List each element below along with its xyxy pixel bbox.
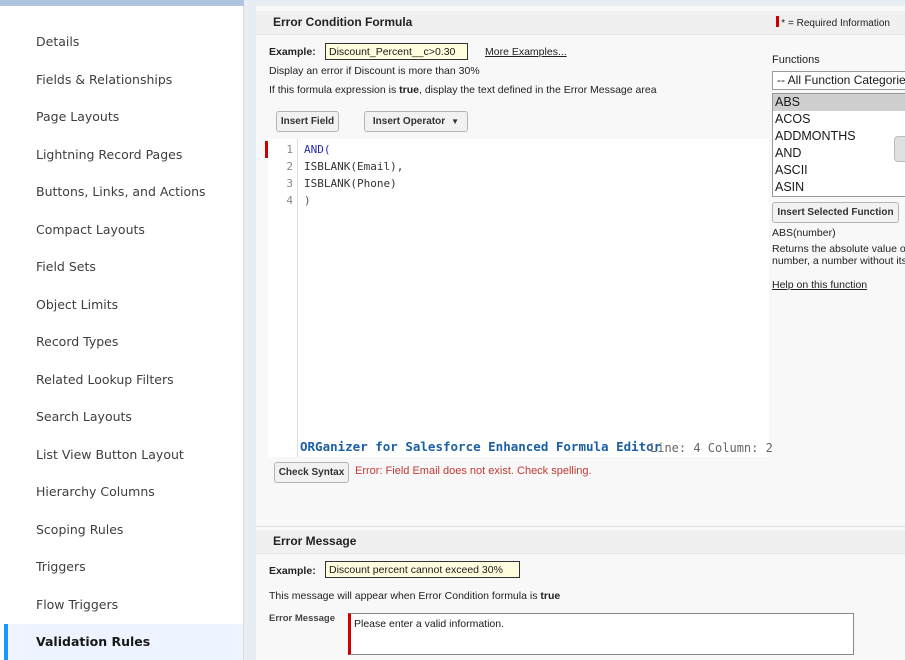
line-number: 3 — [286, 177, 293, 190]
sidebar-item-page-layouts[interactable]: Page Layouts — [4, 99, 243, 135]
function-option[interactable]: ADDMONTHS — [773, 128, 905, 145]
sidebar-item-lightning-record-pages[interactable]: Lightning Record Pages — [4, 137, 243, 173]
note-true: true — [540, 590, 561, 602]
error-message-field-label: Error Message — [269, 613, 336, 624]
section-divider — [256, 526, 905, 527]
error-message-section-title: Error Message — [273, 534, 357, 548]
formula-section-header: Error Condition Formula * = Required Inf… — [256, 11, 905, 35]
check-syntax-label: Check Syntax — [278, 467, 345, 478]
insert-operator-button[interactable]: Insert Operator ▼ — [364, 111, 468, 132]
code-line: ISBLANK(Email), — [304, 160, 404, 173]
line-number: 4 — [286, 194, 293, 207]
editor-footer-brand: ORGanizer for Salesforce Enhanced Formul… — [300, 439, 662, 454]
note-pre: This message will appear when Error Cond… — [269, 590, 541, 602]
instruction-pre: If this formula expression is — [269, 84, 400, 96]
syntax-error-message: Error: Field Email does not exist. Check… — [355, 465, 592, 477]
formula-editor[interactable]: 1 2 3 4 AND( ISBLANK(Email), ISBLANK(Pho… — [265, 139, 769, 457]
sidebar-item-fields-relationships[interactable]: Fields & Relationships — [4, 62, 243, 98]
formula-example-label: Example: — [269, 46, 316, 58]
more-examples-link[interactable]: More Examples... — [485, 46, 567, 58]
sidebar-item-flow-triggers[interactable]: Flow Triggers — [4, 587, 243, 623]
required-bar-icon — [265, 141, 268, 158]
formula-instruction: If this formula expression is true, disp… — [269, 84, 657, 96]
caret-down-icon: ▼ — [451, 117, 460, 126]
sidebar-item-list-view-button-layout[interactable]: List View Button Layout — [4, 437, 243, 473]
insert-field-button[interactable]: Insert Field — [276, 111, 339, 132]
formula-example-box: Discount_Percent__c>0.30 — [325, 43, 468, 60]
sidebar-top-strip — [0, 0, 244, 6]
required-marker: * — [781, 18, 786, 29]
cursor-position: Line: 4 Column: 2 — [650, 441, 773, 455]
formula-section-title: Error Condition Formula — [273, 15, 413, 29]
line-number: 1 — [286, 143, 293, 156]
insert-operator-label: Insert Operator — [372, 116, 446, 127]
sidebar-item-scoping-rules[interactable]: Scoping Rules — [4, 512, 243, 548]
sidebar-item-compact-layouts[interactable]: Compact Layouts — [4, 212, 243, 248]
collapse-panel-handle[interactable] — [894, 136, 905, 162]
error-message-note: This message will appear when Error Cond… — [269, 590, 560, 602]
function-description: Returns the absolute value of a number, a… — [772, 243, 905, 267]
function-description-line: Returns the absolute value of a — [772, 243, 905, 255]
error-message-section-header: Error Message — [256, 530, 905, 554]
line-number: 2 — [286, 160, 293, 173]
function-list[interactable]: ABS ACOS ADDMONTHS AND ASCII ASIN — [772, 93, 905, 197]
sidebar-item-related-lookup-filters[interactable]: Related Lookup Filters — [4, 362, 243, 398]
error-message-textarea[interactable]: Please enter a valid information. — [348, 613, 854, 655]
sidebar-item-field-sets[interactable]: Field Sets — [4, 249, 243, 285]
function-signature: ABS(number) — [772, 227, 836, 239]
validation-rule-editor: Error Condition Formula * = Required Inf… — [256, 6, 905, 660]
setup-sidebar: Details Fields & Relationships Page Layo… — [0, 0, 244, 660]
function-option[interactable]: ASCII — [773, 162, 905, 179]
function-description-line: number, a number without its sign — [772, 255, 905, 267]
function-option[interactable]: ASIN — [773, 179, 905, 196]
sidebar-item-record-types[interactable]: Record Types — [4, 324, 243, 360]
sidebar-item-triggers[interactable]: Triggers — [4, 549, 243, 585]
check-syntax-button[interactable]: Check Syntax — [274, 462, 349, 483]
code-line: AND( — [304, 143, 331, 156]
functions-panel: Functions -- All Function Categories -- … — [768, 54, 905, 324]
sidebar-item-buttons-links-actions[interactable]: Buttons, Links, and Actions — [4, 174, 243, 210]
instruction-post: , display the text defined in the Error … — [418, 84, 657, 96]
formula-example-desc: Display an error if Discount is more tha… — [269, 65, 480, 77]
sidebar-item-validation-rules[interactable]: Validation Rules — [4, 624, 243, 660]
functions-label: Functions — [772, 54, 820, 66]
insert-selected-function-button[interactable]: Insert Selected Function — [772, 202, 899, 223]
message-example-box: Discount percent cannot exceed 30% — [325, 561, 520, 578]
code-line: ISBLANK(Phone) — [304, 177, 397, 190]
sidebar-item-object-limits[interactable]: Object Limits — [4, 287, 243, 323]
sidebar-item-hierarchy-columns[interactable]: Hierarchy Columns — [4, 474, 243, 510]
function-option[interactable]: ABS — [773, 94, 905, 111]
insert-field-label: Insert Field — [280, 116, 335, 127]
sidebar-item-search-layouts[interactable]: Search Layouts — [4, 399, 243, 435]
message-example-label: Example: — [269, 565, 316, 577]
function-option[interactable]: AND — [773, 145, 905, 162]
line-number-gutter: 1 2 3 4 — [265, 139, 298, 457]
function-help-link[interactable]: Help on this function — [772, 279, 867, 291]
required-info-legend: * = Required Information — [776, 16, 890, 29]
code-line: ) — [304, 194, 311, 207]
function-option[interactable]: ACOS — [773, 111, 905, 128]
required-info-text: = Required Information — [787, 18, 890, 29]
instruction-true: true — [399, 84, 419, 96]
insert-selected-function-label: Insert Selected Function — [777, 207, 894, 218]
required-bar-icon — [776, 16, 780, 27]
sidebar-item-details[interactable]: Details — [4, 24, 243, 60]
function-category-select[interactable]: -- All Function Categories -- — [772, 71, 905, 90]
